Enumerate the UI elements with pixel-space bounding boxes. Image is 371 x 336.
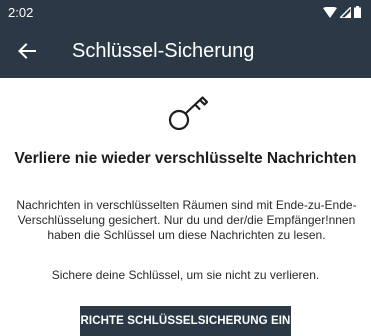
status-icons (323, 6, 361, 18)
status-time: 2:02 (8, 5, 34, 20)
hint-text: Sichere deine Schlüssel, um sie nicht zu… (51, 268, 320, 282)
key-icon (167, 92, 213, 132)
battery-icon (354, 6, 361, 18)
headline: Verliere nie wieder verschlüsselte Nachr… (14, 150, 357, 167)
app-bar: Schlüssel-Sicherung (0, 25, 371, 78)
setup-key-backup-button[interactable]: RICHTE SCHLÜSSELSICHERUNG EIN (80, 306, 291, 336)
cell-signal-icon (340, 6, 351, 18)
wifi-icon (323, 6, 337, 18)
arrow-back-icon[interactable] (14, 38, 40, 64)
page-title: Schlüssel-Sicherung (72, 40, 255, 62)
status-bar: 2:02 (0, 0, 371, 25)
description-text: Nachrichten in verschlüsselten Räumen si… (16, 198, 357, 242)
